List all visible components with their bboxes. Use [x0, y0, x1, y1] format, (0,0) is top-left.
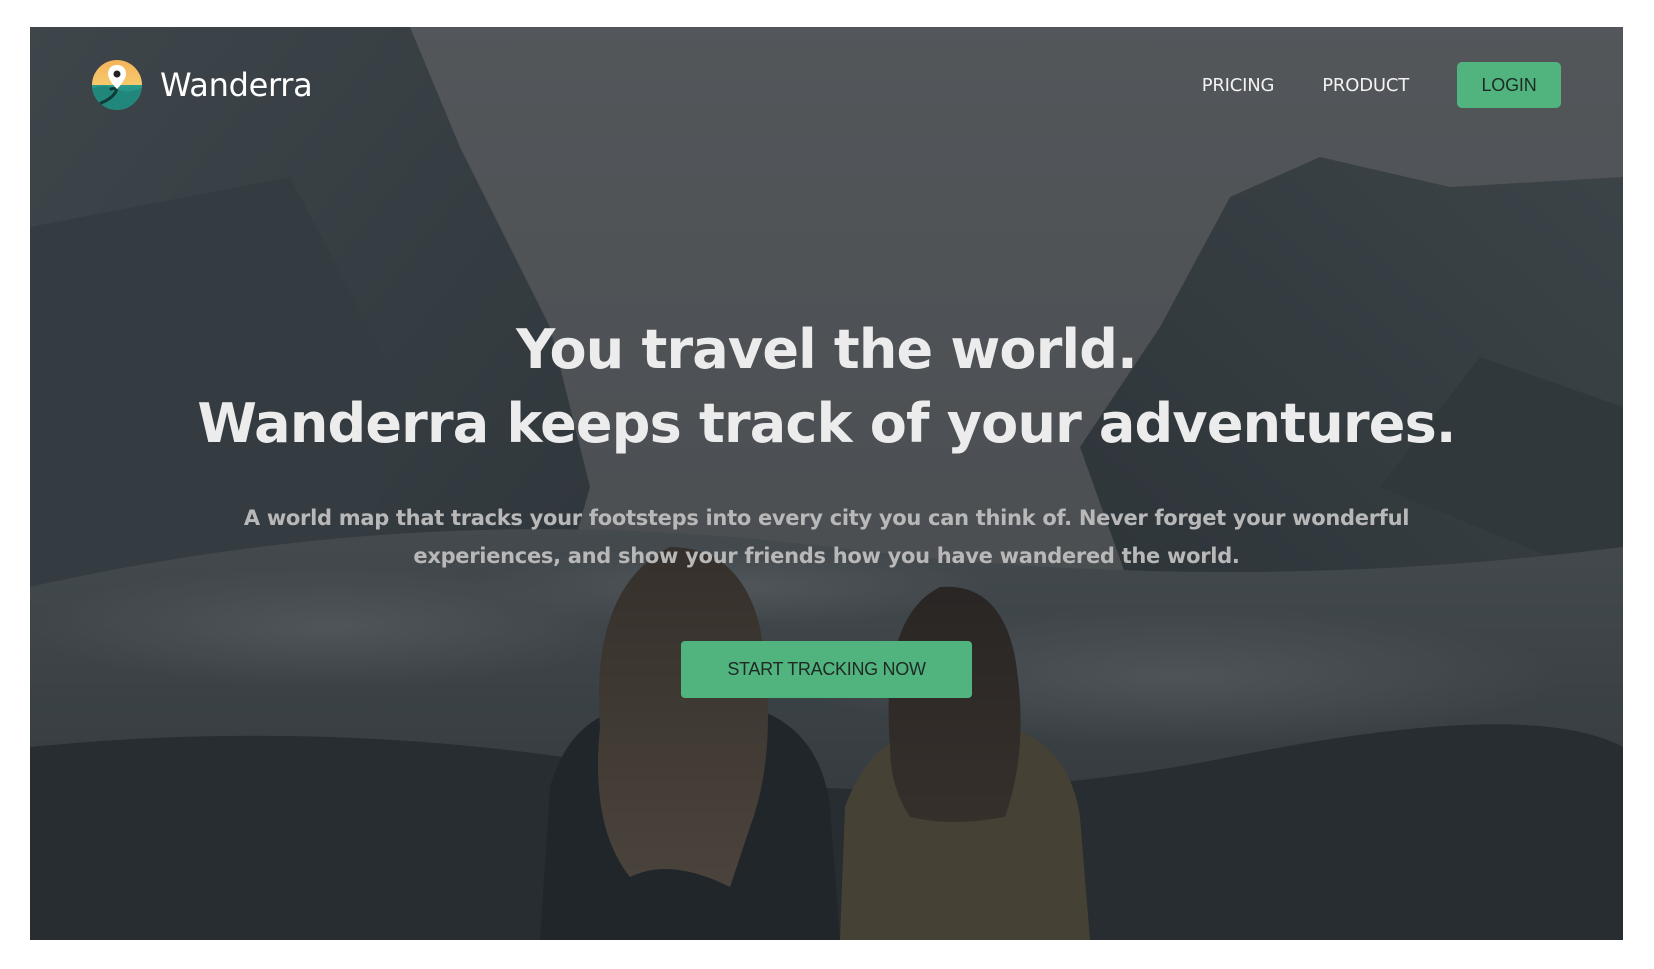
- login-button[interactable]: LOGIN: [1457, 62, 1561, 108]
- nav-link-product[interactable]: PRODUCT: [1322, 75, 1409, 96]
- map-pin-globe-icon: [92, 60, 142, 110]
- hero-title-line-2: Wanderra keeps track of your adventures.: [197, 392, 1456, 455]
- nav-links: PRICING PRODUCT LOGIN: [1202, 62, 1561, 108]
- brand-name: Wanderra: [160, 66, 313, 104]
- top-navigation: Wanderra PRICING PRODUCT LOGIN: [30, 27, 1623, 143]
- hero-content: You travel the world. Wanderra keeps tra…: [30, 313, 1623, 698]
- hero-title-line-1: You travel the world.: [516, 318, 1137, 381]
- brand-logo-link[interactable]: Wanderra: [91, 59, 313, 111]
- start-tracking-button[interactable]: START TRACKING NOW: [681, 641, 972, 698]
- hero-subtitle: A world map that tracks your footsteps i…: [243, 506, 1410, 568]
- nav-link-pricing[interactable]: PRICING: [1202, 75, 1275, 96]
- hero-section: Wanderra PRICING PRODUCT LOGIN You trave…: [30, 27, 1623, 940]
- hero-title: You travel the world. Wanderra keeps tra…: [30, 313, 1623, 461]
- cta-container: START TRACKING NOW: [30, 641, 1623, 698]
